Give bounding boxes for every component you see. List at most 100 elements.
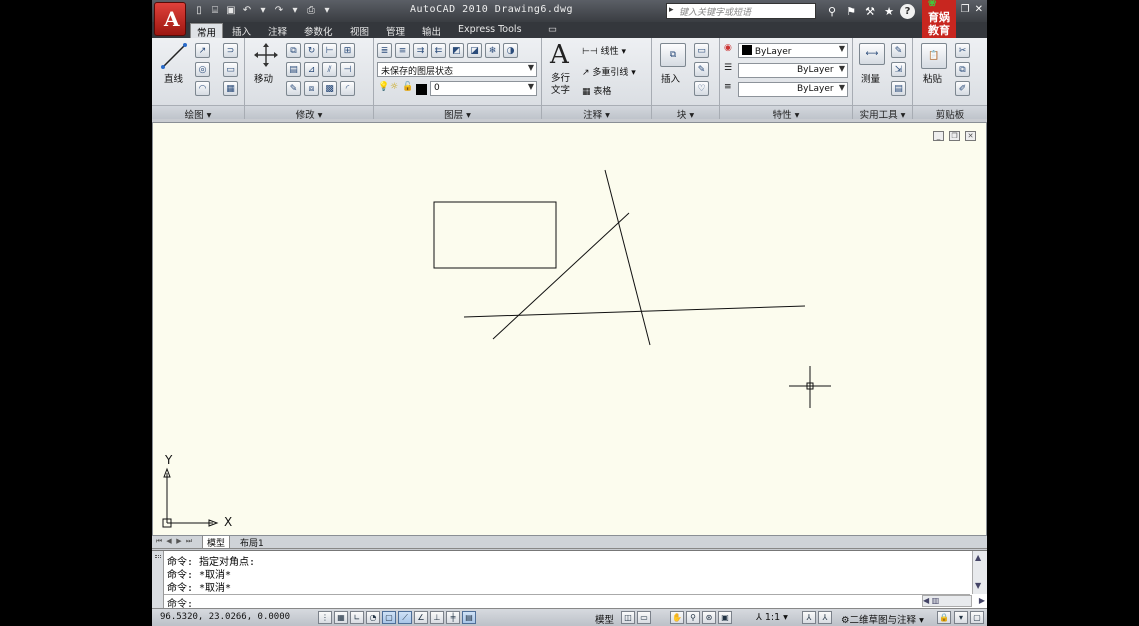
- prev-layout-icon[interactable]: ◀: [165, 537, 173, 547]
- layer-unisolate-icon[interactable]: ◪: [467, 43, 482, 58]
- multiline-text-icon[interactable]: A: [550, 40, 569, 70]
- dynamic-ucs-icon[interactable]: ∠: [414, 611, 428, 624]
- command-input[interactable]: 命令:: [164, 594, 970, 610]
- tab-express-tools[interactable]: Express Tools: [452, 23, 528, 38]
- linetype-icon[interactable]: ☰: [724, 63, 732, 73]
- calculator-icon[interactable]: ▤: [891, 81, 906, 96]
- communication-center-icon[interactable]: ⚑: [843, 3, 859, 19]
- rectangle-icon[interactable]: ▭: [223, 62, 238, 77]
- object-snap-tracking-icon[interactable]: ⟋: [398, 611, 412, 624]
- drawing-canvas[interactable]: _ ❐ ✕ Y X: [152, 122, 987, 536]
- rotate-arc-icon[interactable]: ⊃: [223, 43, 238, 58]
- redo-dropdown-icon[interactable]: ▾: [288, 3, 302, 18]
- annotation-visibility-icon[interactable]: ⅄: [802, 611, 816, 624]
- array-grid-icon[interactable]: ▩: [322, 81, 337, 96]
- qat-menu-icon[interactable]: ▾: [320, 3, 334, 18]
- layer-properties-icon[interactable]: ≣: [377, 43, 392, 58]
- workspace-switch-button[interactable]: ⚙二维草图与注释 ▾: [841, 612, 924, 626]
- copy-clip-icon[interactable]: ⧉: [955, 62, 970, 77]
- snap-mode-icon[interactable]: ⋮: [318, 611, 332, 624]
- color-combo[interactable]: ByLayer ▼: [738, 43, 848, 58]
- panel-draw-title[interactable]: 绘图 ▾: [152, 105, 244, 121]
- insert-block-label[interactable]: 插入: [661, 71, 680, 85]
- move-label[interactable]: 移动: [254, 71, 273, 85]
- scroll-right-icon[interactable]: ▶: [979, 596, 985, 605]
- wrench-icon[interactable]: ⚒: [862, 3, 878, 19]
- array-icon[interactable]: ⊞: [340, 43, 355, 58]
- edit-block-icon[interactable]: ✎: [694, 62, 709, 77]
- new-icon[interactable]: ▯: [192, 3, 206, 18]
- search-input[interactable]: ▸ 键入关键字或短语: [666, 3, 816, 19]
- panel-modify-title[interactable]: 修改 ▾: [245, 105, 373, 121]
- ortho-mode-icon[interactable]: ∟: [350, 611, 364, 624]
- annotation-scale-button[interactable]: ⅄ 1:1 ▾: [756, 612, 788, 623]
- cut-icon[interactable]: ✂: [955, 43, 970, 58]
- help-icon[interactable]: ?: [900, 4, 915, 19]
- lineweight-display-icon[interactable]: ╪: [446, 611, 460, 624]
- quick-view-icon[interactable]: ▭: [637, 611, 651, 624]
- line-entity-2[interactable]: [492, 212, 630, 340]
- circle-icon[interactable]: ◎: [195, 62, 210, 77]
- mirror-icon[interactable]: ⫽: [322, 62, 337, 77]
- layer-freeze-icon[interactable]: ❄: [485, 43, 500, 58]
- layer-on-bulb-icon[interactable]: 💡: [378, 82, 389, 92]
- trim-icon[interactable]: ⊢: [322, 43, 337, 58]
- tab-annotate[interactable]: 注释: [262, 23, 293, 38]
- layout-view-icon[interactable]: ◫: [621, 611, 635, 624]
- clean-screen-icon[interactable]: ▢: [970, 611, 984, 624]
- toolbar-lock-icon[interactable]: 🔒: [937, 611, 951, 624]
- undo-dropdown-icon[interactable]: ▾: [256, 3, 270, 18]
- layer-thaw-sun-icon[interactable]: ☼: [390, 82, 398, 92]
- panel-properties-title[interactable]: 特性 ▾: [720, 105, 852, 121]
- command-window-grip-icon[interactable]: [152, 551, 164, 609]
- tab-manage[interactable]: 管理: [380, 23, 411, 38]
- search-expand-icon[interactable]: ▸: [669, 5, 674, 15]
- insert-block-icon[interactable]: ⧉: [660, 43, 686, 67]
- steering-wheel-icon[interactable]: ⊛: [702, 611, 716, 624]
- binoculars-icon[interactable]: ⚲: [824, 3, 840, 19]
- favorites-star-icon[interactable]: ★: [881, 3, 897, 19]
- quick-select-icon[interactable]: ⇲: [891, 62, 906, 77]
- save-icon[interactable]: ▣: [224, 3, 238, 18]
- layer-combo[interactable]: 0 ▼: [430, 81, 537, 96]
- rectangle-entity[interactable]: [433, 201, 557, 269]
- tab-output[interactable]: 输出: [416, 23, 447, 38]
- scroll-left-icon[interactable]: ◀: [923, 596, 929, 605]
- ribbon-minimize-icon[interactable]: ▭: [542, 23, 563, 38]
- panel-layers-title[interactable]: 图层 ▾: [374, 105, 541, 121]
- scale-icon[interactable]: ⊿: [304, 62, 319, 77]
- tab-parametric[interactable]: 参数化: [298, 23, 339, 38]
- scroll-up-icon[interactable]: ▲: [975, 553, 981, 562]
- tab-model[interactable]: 模型: [202, 536, 231, 549]
- restore-button[interactable]: ❐: [961, 4, 970, 15]
- offset-icon[interactable]: ⧈: [304, 81, 319, 96]
- measure-icon[interactable]: ⟷: [859, 43, 885, 65]
- arc-icon[interactable]: ◠: [195, 81, 210, 96]
- showmotion-icon[interactable]: ▣: [718, 611, 732, 624]
- tab-layout1[interactable]: 布局1: [236, 536, 268, 549]
- panel-utilities-title[interactable]: 实用工具 ▾: [853, 105, 912, 121]
- rotate-icon[interactable]: ↻: [304, 43, 319, 58]
- stretch-icon[interactable]: ▤: [286, 62, 301, 77]
- grid-display-icon[interactable]: ▦: [334, 611, 348, 624]
- layer-match-icon[interactable]: ⇉: [413, 43, 428, 58]
- scroll-down-icon[interactable]: ▼: [975, 581, 981, 590]
- erase-icon[interactable]: ✎: [286, 81, 301, 96]
- dynamic-input-icon[interactable]: ⊥: [430, 611, 444, 624]
- lineweight-combo[interactable]: ByLayer ▼: [738, 82, 848, 97]
- command-vertical-scrollbar[interactable]: ▲ ▼: [972, 551, 987, 594]
- block-attribute-icon[interactable]: ♡: [694, 81, 709, 96]
- copy-icon[interactable]: ⧉: [286, 43, 301, 58]
- object-snap-icon[interactable]: ▢: [382, 611, 396, 624]
- panel-annotation-title[interactable]: 注释 ▾: [542, 105, 651, 121]
- table-button[interactable]: ▦ 表格: [582, 84, 611, 97]
- color-wheel-icon[interactable]: ◉: [724, 43, 732, 53]
- zoom-icon[interactable]: ⚲: [686, 611, 700, 624]
- fillet-icon[interactable]: ◜: [340, 81, 355, 96]
- redo-icon[interactable]: ↷: [272, 3, 286, 18]
- move-icon[interactable]: [253, 42, 279, 68]
- tab-insert[interactable]: 插入: [226, 23, 257, 38]
- layer-off-icon[interactable]: ◑: [503, 43, 518, 58]
- coordinate-readout[interactable]: 96.5320, 23.0266, 0.0000: [160, 612, 290, 622]
- match-properties-icon[interactable]: ✐: [955, 81, 970, 96]
